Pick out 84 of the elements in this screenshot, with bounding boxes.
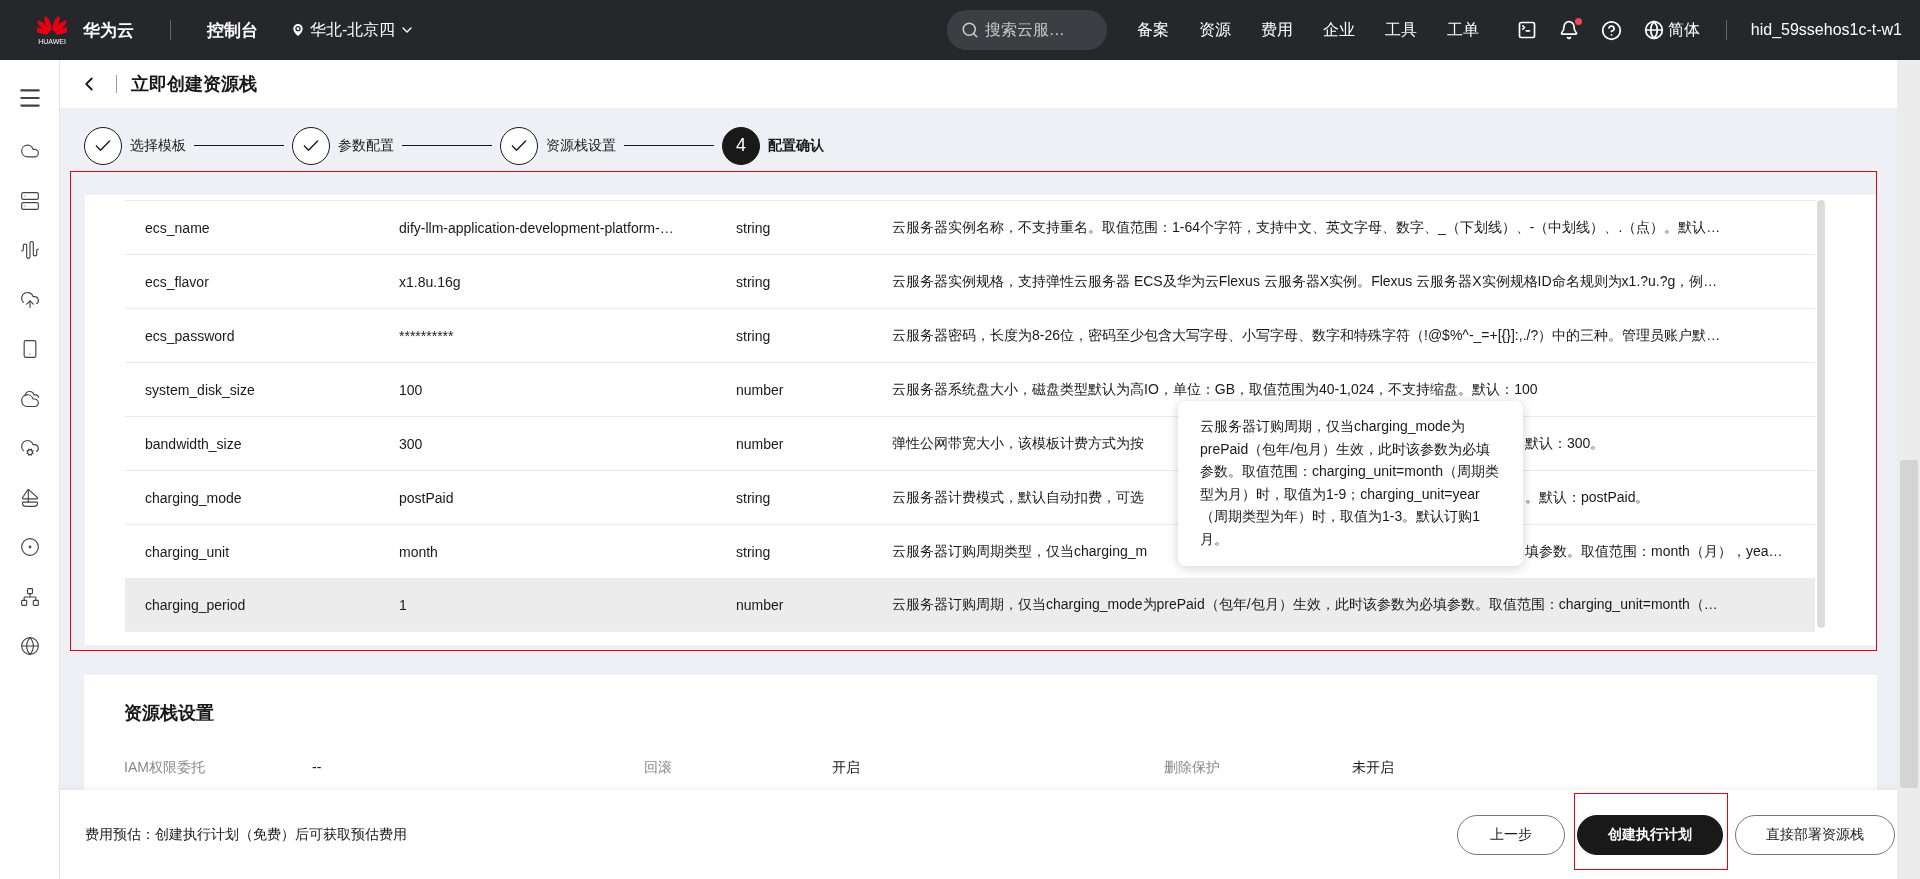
nav-link[interactable]: 工单 (1446, 19, 1479, 41)
step-number: 4 (722, 126, 760, 165)
table-cell: 云服务器实例名称，不支持重名。取值范围：1-64个字符，支持中文、英文字母、数字、_（下划线）、-（中划线）、.（点）。默认… (892, 218, 1721, 235)
field-label: 删除保护 (1164, 759, 1221, 777)
table-cell-text: number (735, 381, 785, 398)
table-cell-text: string (735, 273, 772, 290)
scrollbar[interactable] (1897, 60, 1920, 879)
table-cell-text: string (735, 327, 772, 344)
scrollbar[interactable] (1817, 200, 1825, 628)
table-cell-text: charging_mode (144, 489, 243, 506)
primary-button[interactable]: 创建执行计划 (1577, 814, 1723, 855)
table-cell-text: system_disk_size (144, 381, 256, 398)
table-cell-text: ecs_name (144, 219, 211, 236)
table-cell-text: string (735, 489, 772, 506)
waveform-icon[interactable] (19, 240, 40, 261)
region-name: 华北-北京四 (310, 19, 396, 40)
table-cell: 弹性公网带宽大小，该模板计费方式为按 (892, 434, 1144, 451)
terminal-icon[interactable] (1516, 20, 1537, 40)
clouds-icon[interactable] (19, 388, 40, 409)
cloud-gear-icon[interactable] (19, 438, 40, 459)
field-value: 未开启 (1352, 759, 1394, 777)
table-cell: 。默认：postPaid。 (1525, 488, 1650, 505)
search-field[interactable]: 搜索云服… (946, 10, 1107, 50)
user-name[interactable]: hid_59ssehos1c-t-w1 (1750, 21, 1902, 39)
table-cell-text: number (735, 435, 785, 452)
table-cell-text: ********** (398, 327, 455, 344)
table-cell-text: charging_unit (144, 543, 231, 560)
table-cell: 云服务器密码，长度为8-26位，密码至少包含大写字母、小写字母、数字和特殊字符（!@$%^-_=+[{}]:,./?）中的三种。管理员账户默… (892, 326, 1721, 343)
table-cell: 云服务器订购周期，仅当charging_mode为prePaid（包年/包月）生效，此时该参数为必填参数。取值范围：charging_unit=month（… (892, 596, 1718, 612)
field-label: IAM权限委托 (124, 759, 206, 777)
nav-link[interactable]: 费用 (1260, 19, 1293, 41)
table-cell-text: charging_period (144, 597, 247, 613)
table-cell: 云服务器系统盘大小，磁盘类型默认为高IO，单位：GB，取值范围为40-1,024，不支持缩盘。默认：100 (892, 380, 1538, 397)
network-icon[interactable] (19, 586, 40, 607)
brand-name: 华为云 (83, 19, 134, 42)
table-cell-text: 1 (398, 597, 408, 613)
help-icon[interactable] (1600, 19, 1622, 41)
cloud-upload-icon[interactable] (19, 289, 40, 310)
console-link[interactable]: 控制台 (207, 18, 258, 42)
cost-note: 费用预估：创建执行计划（免费）后可获取预估费用 (85, 825, 407, 844)
pin-icon (290, 22, 306, 38)
server-icon[interactable] (19, 190, 40, 211)
table-cell: 填参数。取值范围：month（月），yea… (1525, 542, 1783, 559)
table-cell: 默认：300。 (1525, 434, 1605, 451)
table-cell-text: string (735, 543, 772, 560)
step-label: 配置确认 (768, 136, 824, 155)
table-cell-text: ecs_flavor (144, 273, 210, 290)
step-label: 选择模板 (130, 136, 186, 155)
step-label: 资源栈设置 (546, 136, 616, 155)
table-cell-text: postPaid (398, 489, 455, 506)
table-cell-text: ecs_password (144, 327, 236, 344)
field-label: 回滚 (644, 759, 673, 777)
nav-link[interactable]: 资源 (1198, 19, 1231, 41)
field-value: 开启 (832, 759, 860, 777)
nav-link[interactable]: 企业 (1322, 19, 1355, 41)
logo-icon (37, 15, 67, 37)
table-cell-text: string (735, 219, 772, 236)
table-cell-text: 300 (398, 435, 424, 452)
table-cell-text: dify-llm-application-development-platform-… (398, 219, 675, 236)
field-value: -- (312, 759, 322, 777)
table-cell-text: x1.8u.16g (398, 273, 462, 290)
table-cell-text: bandwidth_size (144, 435, 243, 452)
table-cell-text: 100 (398, 381, 424, 398)
table-cell: 云服务器订购周期类型，仅当charging_m (892, 542, 1148, 559)
table-cell-text: month (398, 543, 439, 560)
section-title: 资源栈设置 (124, 702, 215, 725)
region-selector[interactable]: 华北-北京四 (290, 19, 416, 41)
globe-icon[interactable] (19, 636, 40, 657)
circle-dot-icon[interactable] (19, 537, 40, 558)
secondary-button[interactable]: 上一步 (1457, 814, 1565, 855)
nav-link[interactable]: 备案 (1136, 19, 1169, 41)
table-cell: 云服务器计费模式，默认自动扣费，可选 (892, 488, 1144, 505)
sailboat-icon[interactable] (19, 487, 40, 508)
secondary-button[interactable]: 直接部署资源栈 (1735, 814, 1895, 855)
step-label: 参数配置 (338, 136, 394, 155)
page-title: 立即创建资源栈 (131, 73, 257, 96)
notification-button[interactable] (1558, 20, 1579, 40)
language-label: 简体 (1667, 19, 1700, 40)
tooltip-text: 云服务器订购周期，仅当charging_mode为prePaid（包年/包月）生效，此时该参数为必填参数。取值范围：charging_unit=month（周期类型为月）时，取值为1-9；charging_unit=year（周期类型为年）时，取值为1-3。默认订购1月。 (1200, 417, 1501, 549)
globe-icon (1643, 20, 1664, 40)
table-cell: 云服务器实例规格，支持弹性云服务器 ECS及华为云Flexus 云服务器X实例。Flexus 云服务器X实例规格ID命名规则为x1.?u.?g，例… (892, 272, 1718, 289)
table-cell-text: number (735, 597, 785, 613)
nav-link[interactable]: 工具 (1384, 19, 1417, 41)
search-icon (960, 21, 979, 39)
